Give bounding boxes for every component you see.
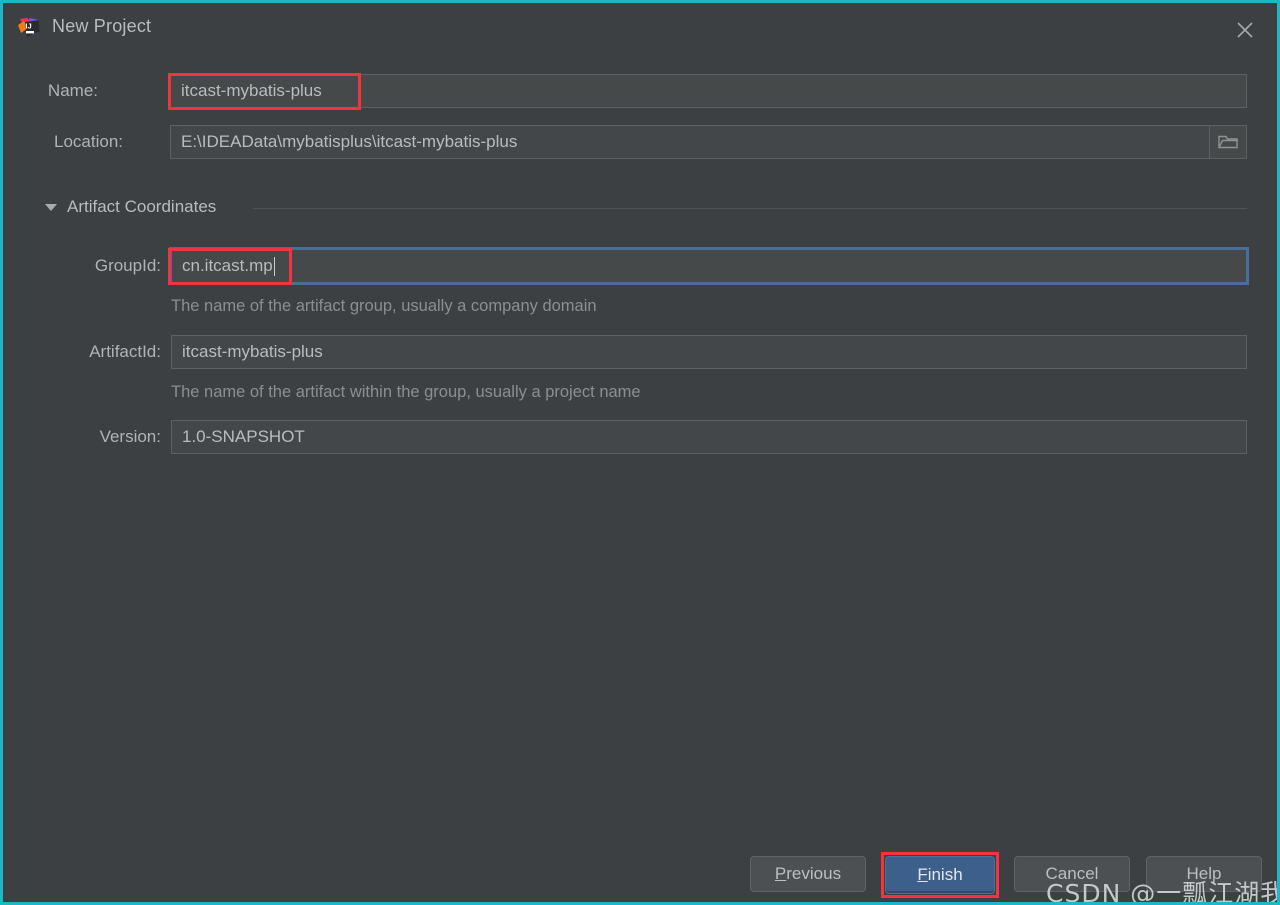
location-label: Location: xyxy=(54,132,123,151)
groupid-label: GroupId: xyxy=(94,256,161,275)
groupid-input-value: cn.itcast.mp xyxy=(182,256,273,275)
artifactid-input[interactable]: itcast-mybatis-plus xyxy=(171,335,1247,369)
title-bar: IJ New Project xyxy=(6,6,1274,50)
version-input[interactable]: 1.0-SNAPSHOT xyxy=(171,420,1247,454)
help-button[interactable]: Help xyxy=(1146,856,1262,892)
window-title: New Project xyxy=(52,16,152,36)
artifactid-label: ArtifactId: xyxy=(89,342,161,361)
groupid-hint: The name of the artifact group, usually … xyxy=(171,297,597,315)
name-label: Name: xyxy=(47,81,98,100)
previous-button[interactable]: Previous xyxy=(750,856,866,892)
groupid-input[interactable]: cn.itcast.mp xyxy=(169,247,1249,285)
section-divider xyxy=(253,208,1247,209)
previous-button-label: Previous xyxy=(774,864,842,883)
cancel-button-label: Cancel xyxy=(1045,864,1099,883)
intellij-idea-logo-icon: IJ xyxy=(16,16,42,42)
version-label: Version: xyxy=(99,427,161,446)
artifact-coordinates-section-header[interactable]: Artifact Coordinates xyxy=(45,197,216,217)
svg-text:IJ: IJ xyxy=(25,22,31,31)
help-button-label: Help xyxy=(1186,864,1222,883)
folder-icon[interactable] xyxy=(1209,125,1247,159)
text-caret xyxy=(273,256,275,276)
name-input[interactable]: itcast-mybatis-plus xyxy=(170,74,1247,108)
location-input[interactable]: E:\IDEAData\mybatisplus\itcast-mybatis-p… xyxy=(170,125,1247,159)
cancel-button[interactable]: Cancel xyxy=(1014,856,1130,892)
artifactid-hint: The name of the artifact within the grou… xyxy=(171,383,641,401)
close-icon[interactable] xyxy=(1228,14,1262,44)
finish-button[interactable]: Finish xyxy=(885,856,995,894)
triangle-down-icon[interactable] xyxy=(45,203,57,211)
new-project-dialog: IJ New Project Name: itcast-mybatis-plus… xyxy=(0,0,1280,905)
finish-button-label: Finish xyxy=(917,865,963,884)
artifact-coordinates-title: Artifact Coordinates xyxy=(67,197,217,216)
